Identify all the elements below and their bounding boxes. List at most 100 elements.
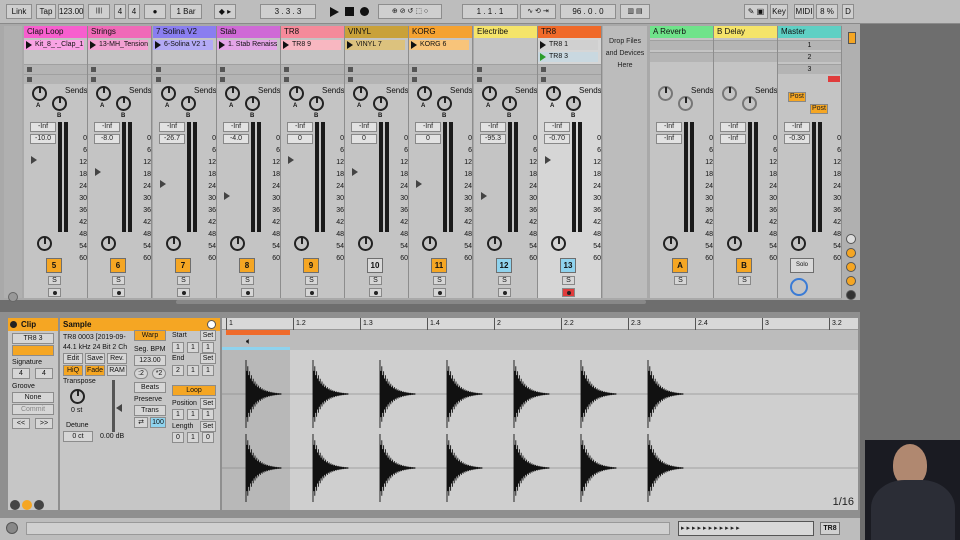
clip-stop-icon[interactable] bbox=[156, 77, 161, 82]
volume-value[interactable]: -26.7 bbox=[159, 134, 185, 144]
solo-button[interactable]: S bbox=[498, 276, 511, 285]
send-a-knob[interactable] bbox=[658, 86, 673, 101]
length-set-button[interactable]: Set bbox=[200, 421, 216, 432]
track-title[interactable]: TR8 bbox=[281, 26, 344, 38]
pan-knob[interactable] bbox=[294, 236, 309, 251]
pan-knob[interactable] bbox=[166, 236, 181, 251]
clip-stop-icon[interactable] bbox=[284, 67, 289, 72]
send-b-knob[interactable] bbox=[116, 96, 131, 111]
clip-slot[interactable]: 13-MH_Tension bbox=[88, 40, 148, 50]
send-a-knob[interactable] bbox=[417, 86, 432, 101]
hiq-button[interactable]: HiQ bbox=[63, 365, 83, 376]
pencil-icon[interactable]: ✎ ▣ bbox=[744, 4, 768, 19]
track-delay-value[interactable]: -Inf bbox=[223, 122, 249, 132]
arm-button[interactable] bbox=[177, 288, 190, 297]
loop-length-field[interactable]: 96 . 0 . 0 bbox=[560, 4, 616, 19]
seg-bpm-field[interactable]: 123.00 bbox=[134, 355, 166, 366]
track-title[interactable]: Stab bbox=[217, 26, 280, 38]
crossfader-toggle-icon[interactable] bbox=[846, 290, 856, 300]
volume-value[interactable]: 0 bbox=[351, 134, 377, 144]
empty-clip-slot[interactable] bbox=[281, 64, 344, 74]
help-view-icon[interactable] bbox=[6, 522, 18, 534]
clip-stop-icon[interactable] bbox=[412, 67, 417, 72]
send-a-knob[interactable] bbox=[353, 86, 368, 101]
scene-launch-button[interactable]: 2 bbox=[778, 52, 841, 62]
beat-ruler[interactable]: 1 1.2 1.3 1.4 2 2.2 2.3 2.4 3 3.2 bbox=[222, 318, 858, 330]
clip-stop-icon[interactable] bbox=[477, 67, 482, 72]
solo-button[interactable]: S bbox=[674, 276, 687, 285]
follow-icon[interactable]: ◆ ▸ bbox=[214, 4, 236, 19]
empty-clip-slot[interactable] bbox=[153, 64, 216, 74]
clip-slot[interactable]: Kit_8_-_Clap_1 bbox=[24, 40, 84, 50]
track-activator-button[interactable]: B bbox=[736, 258, 752, 273]
track-delay-value[interactable]: -Inf bbox=[720, 122, 746, 132]
clip-stop-icon[interactable] bbox=[91, 77, 96, 82]
track-title[interactable]: TR8 bbox=[538, 26, 601, 38]
send-b-knob[interactable] bbox=[566, 96, 581, 111]
half-tempo-button[interactable]: :2 bbox=[134, 368, 148, 379]
track-delay-value[interactable]: -Inf bbox=[656, 122, 682, 132]
edit-button[interactable]: Edit bbox=[63, 353, 83, 364]
launch-view-icon[interactable] bbox=[34, 500, 44, 510]
clip-play-icon[interactable] bbox=[155, 41, 161, 49]
send-b-knob[interactable] bbox=[373, 96, 388, 111]
track-title[interactable]: 7 Solina V2 bbox=[153, 26, 216, 38]
solo-button[interactable]: S bbox=[369, 276, 382, 285]
volume-value[interactable]: 0 bbox=[287, 134, 313, 144]
track-activator-button[interactable]: 9 bbox=[303, 258, 319, 273]
horizontal-scrollbar[interactable] bbox=[176, 300, 646, 304]
clip-stop-icon[interactable] bbox=[27, 77, 32, 82]
pan-knob[interactable] bbox=[358, 236, 373, 251]
sidebar-toggle-icon[interactable] bbox=[8, 292, 18, 302]
track-activator-button[interactable]: 7 bbox=[175, 258, 191, 273]
track-delay-value[interactable]: -Inf bbox=[415, 122, 441, 132]
track-delay-value[interactable]: -Inf bbox=[30, 122, 56, 132]
clip-slot[interactable]: 1. Stab Renaissance bbox=[217, 40, 277, 50]
track-activator-button[interactable]: 6 bbox=[110, 258, 126, 273]
length-sixteenth[interactable]: 0 bbox=[202, 432, 214, 443]
metronome-icon[interactable]: ● bbox=[144, 4, 166, 19]
volume-fader-handle[interactable] bbox=[352, 168, 358, 176]
link-button[interactable]: Link bbox=[6, 4, 32, 19]
signature-denominator[interactable]: 4 bbox=[128, 4, 140, 19]
send-b-knob[interactable] bbox=[309, 96, 324, 111]
pan-knob[interactable] bbox=[791, 236, 806, 251]
reverse-button[interactable]: Rev. bbox=[107, 353, 127, 364]
send-a-knob[interactable] bbox=[722, 86, 737, 101]
solo-button[interactable]: S bbox=[305, 276, 318, 285]
send-b-knob[interactable] bbox=[437, 96, 452, 111]
gain-slider[interactable] bbox=[112, 380, 115, 432]
arm-button[interactable] bbox=[433, 288, 446, 297]
empty-clip-slot[interactable] bbox=[88, 64, 151, 74]
track-title[interactable]: Clap Loop bbox=[24, 26, 87, 38]
send-a-knob[interactable] bbox=[482, 86, 497, 101]
pan-knob[interactable] bbox=[663, 236, 678, 251]
end-sixteenth[interactable]: 1 bbox=[202, 365, 214, 376]
track-delay-value[interactable]: -Inf bbox=[784, 122, 810, 132]
start-beat[interactable]: 1 bbox=[187, 342, 199, 353]
pan-knob[interactable] bbox=[37, 236, 52, 251]
clip-name-field[interactable]: TR8 3 bbox=[12, 333, 54, 344]
clip-stop-icon[interactable] bbox=[477, 77, 482, 82]
sends-toggle-icon[interactable] bbox=[846, 248, 856, 258]
send-b-knob[interactable] bbox=[502, 96, 517, 111]
track-title[interactable]: Master bbox=[778, 26, 841, 38]
send-b-knob[interactable] bbox=[742, 96, 757, 111]
track-delay-value[interactable]: -Inf bbox=[287, 122, 313, 132]
pan-knob[interactable] bbox=[551, 236, 566, 251]
clip-stop-icon[interactable] bbox=[91, 67, 96, 72]
quantize-dropdown[interactable]: 1 Bar bbox=[170, 4, 202, 19]
signature-numerator[interactable]: 4 bbox=[114, 4, 126, 19]
volume-fader-handle[interactable] bbox=[288, 156, 294, 164]
record-icon[interactable] bbox=[360, 7, 369, 16]
track-title[interactable]: KORG bbox=[409, 26, 472, 38]
arrangement-position[interactable]: 3 . 3 . 3 bbox=[260, 4, 316, 19]
send-a-knob[interactable] bbox=[32, 86, 47, 101]
position-sixteenth[interactable]: 1 bbox=[202, 409, 214, 420]
loop-switch-icon[interactable]: ∿ ⟲ ⇥ bbox=[520, 4, 556, 19]
send-b-knob[interactable] bbox=[52, 96, 67, 111]
gain-slider-handle[interactable] bbox=[116, 404, 122, 412]
arm-button[interactable] bbox=[498, 288, 511, 297]
clip-overview[interactable]: ▸▸▸▸▸▸▸▸▸▸▸ bbox=[678, 521, 814, 536]
envelope-view-icon[interactable] bbox=[22, 500, 32, 510]
